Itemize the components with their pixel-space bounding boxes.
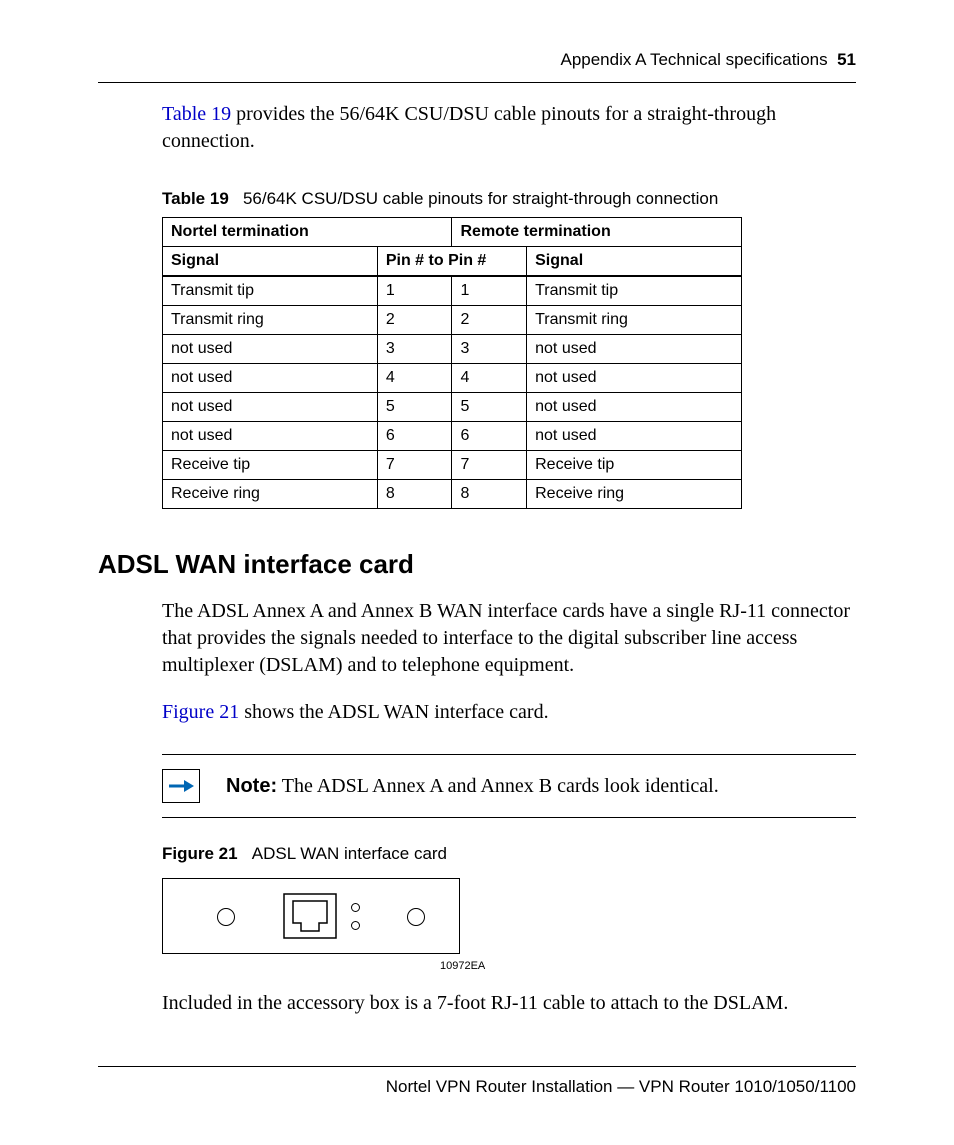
note-label: Note: (226, 775, 277, 797)
page-number: 51 (837, 50, 856, 69)
table-row: not used44not used (163, 364, 742, 393)
hdr-signal-right: Signal (527, 247, 742, 277)
figure-label: Figure 21 (162, 844, 238, 863)
table-row: not used55not used (163, 393, 742, 422)
note-rule-bottom (162, 817, 856, 818)
figure-intro-rest: shows the ADSL WAN interface card. (239, 701, 548, 723)
hdr-signal-left: Signal (163, 247, 378, 277)
table-row: Receive tip77Receive tip (163, 451, 742, 480)
led-top-icon (351, 903, 360, 912)
note-body: The ADSL Annex A and Annex B cards look … (277, 775, 719, 797)
adsl-paragraph: The ADSL Annex A and Annex B WAN interfa… (162, 598, 856, 679)
group-nortel: Nortel termination (163, 218, 452, 247)
intro-rest: provides the 56/64K CSU/DSU cable pinout… (162, 103, 776, 152)
note-text: Note: The ADSL Annex A and Annex B cards… (226, 775, 719, 798)
table-row: not used66not used (163, 422, 742, 451)
table-ref-link[interactable]: Table 19 (162, 103, 231, 125)
table-row: Receive ring88Receive ring (163, 480, 742, 509)
hdr-pin-to-pin: Pin # to Pin # (377, 247, 526, 277)
header-rule (98, 82, 856, 83)
pinout-table: Nortel termination Remote termination Si… (162, 217, 742, 509)
section-heading: ADSL WAN interface card (98, 549, 856, 580)
led-bottom-icon (351, 921, 360, 930)
table-header-row: Signal Pin # to Pin # Signal (163, 247, 742, 277)
screw-hole-right-icon (407, 908, 425, 926)
table-caption-text: 56/64K CSU/DSU cable pinouts for straigh… (243, 189, 718, 208)
arrow-right-icon (162, 769, 200, 803)
intro-paragraph: Table 19 provides the 56/64K CSU/DSU cab… (162, 101, 856, 155)
figure-caption-text: ADSL WAN interface card (252, 844, 447, 863)
screw-hole-left-icon (217, 908, 235, 926)
figure-caption: Figure 21 ADSL WAN interface card (162, 844, 856, 864)
table-row: not used33not used (163, 335, 742, 364)
page-footer: Nortel VPN Router Installation — VPN Rou… (98, 1066, 856, 1097)
table-row: Transmit tip11Transmit tip (163, 276, 742, 306)
table-caption: Table 19 56/64K CSU/DSU cable pinouts fo… (162, 189, 856, 209)
table-group-row: Nortel termination Remote termination (163, 218, 742, 247)
note-block: Note: The ADSL Annex A and Annex B cards… (162, 754, 856, 818)
footer-rule (98, 1066, 856, 1067)
group-remote: Remote termination (452, 218, 742, 247)
table-row: Transmit ring22Transmit ring (163, 306, 742, 335)
figure-intro: Figure 21 shows the ADSL WAN interface c… (162, 699, 856, 726)
closing-paragraph: Included in the accessory box is a 7-foo… (162, 990, 856, 1017)
rj11-port-icon (283, 893, 337, 944)
table-label: Table 19 (162, 189, 229, 208)
figure-code: 10972EA (440, 960, 856, 972)
adsl-card-diagram (162, 878, 460, 954)
footer-text: Nortel VPN Router Installation — VPN Rou… (98, 1077, 856, 1097)
running-header: Appendix A Technical specifications 51 (98, 50, 856, 82)
figure-ref-link[interactable]: Figure 21 (162, 701, 239, 723)
header-section: Appendix A Technical specifications (560, 50, 827, 69)
